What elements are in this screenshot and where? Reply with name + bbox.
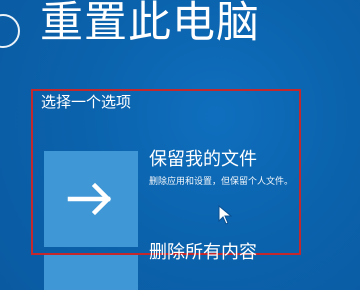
keep-files-option-title[interactable]: 保留我的文件: [149, 150, 257, 170]
remove-everything-option-tile[interactable]: [44, 255, 138, 290]
options-heading: 选择一个选项: [41, 93, 132, 111]
page-title: 重置此电脑: [40, 0, 260, 48]
mouse-cursor-icon: [218, 205, 233, 225]
reset-pc-screen: 重置此电脑 选择一个选项 保留我的文件 删除应用和设置，但保留个人文件。 删除所…: [0, 0, 360, 290]
remove-everything-option-title[interactable]: 删除所有内容: [149, 243, 257, 263]
keep-files-option-tile[interactable]: [44, 151, 138, 247]
keep-files-option-description: 删除应用和设置，但保留个人文件。: [149, 177, 294, 187]
arrow-right-icon: [67, 182, 112, 216]
back-button[interactable]: [0, 14, 20, 48]
